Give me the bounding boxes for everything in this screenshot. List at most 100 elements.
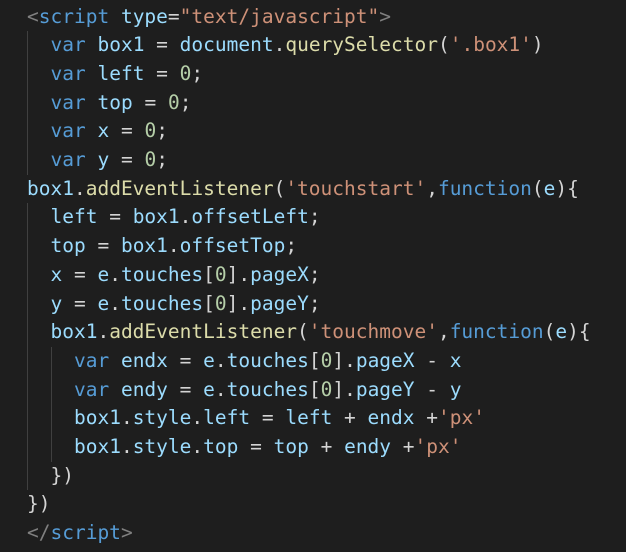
code-token: . [214,348,227,372]
code-line: var endx = e.touches[0].pageX - x [27,347,462,376]
code-token: . [167,234,180,258]
code-token: top [273,435,309,458]
code-token: left [285,406,333,430]
code-token: ]. [226,262,251,286]
code-token: ) [531,33,544,57]
code-token: 0 [320,348,333,372]
code-token: + [414,406,438,430]
code-token: ; [191,61,204,85]
code-token: box1 [73,435,121,458]
code-token: ; [308,291,321,315]
code-token: + [308,435,345,458]
code-token: 0 [144,119,157,143]
code-line: left = box1.offsetLeft; [27,203,320,232]
code-line: }) [27,462,74,491]
code-token: x [97,119,110,143]
code-token: e [97,262,110,286]
code-token: ; [285,234,298,258]
code-line: y = e.touches[0].pageY; [27,290,321,319]
code-token: style [132,435,192,458]
code-token: . [214,377,227,401]
code-token: e [555,320,568,344]
code-line: }) [27,490,50,519]
code-token: = [144,33,180,57]
code-token: e [543,176,556,200]
code-line: x = e.touches[0].pageX; [27,261,321,290]
code-token: querySelector [285,33,438,57]
code-line: var y = 0; [27,146,167,175]
code-token: = [62,291,98,315]
code-token: top [50,234,86,258]
code-token: touches [226,377,309,401]
code-token: top [203,435,239,458]
code-token: ( [297,320,309,344]
code-token: 0 [167,90,180,114]
code-line: top = box1.offsetTop; [27,232,297,261]
code-token: > [379,4,392,28]
code-line: var box1 = document.querySelector('.box1… [27,31,544,60]
code-token: [ [203,262,215,286]
code-token: function [449,320,544,344]
code-token: = [85,234,121,258]
code-token: y [449,377,462,401]
code-token: pageX [250,262,309,286]
code-token: . [97,320,110,344]
code-token: left [97,61,145,85]
code-token: 'px' [414,435,462,458]
code-token: addEventListener [85,176,274,200]
code-token: = [109,148,145,171]
code-token: var [50,90,86,114]
code-token: x [449,348,462,372]
code-token: pageX [355,348,415,372]
code-token: offsetTop [179,234,286,258]
code-token: ]. [332,377,356,401]
code-token: var [50,148,86,171]
code-token: = [97,205,133,229]
code-token: [ [203,291,215,315]
code-token: ){ [555,176,579,200]
code-token: ; [308,262,321,286]
code-token: 0 [179,61,192,85]
code-token: - [414,377,450,401]
code-token: }) [27,463,74,487]
code-token: box1 [132,205,180,229]
code-token: script [50,521,121,545]
code-editor[interactable]: <script type="text/javascript"> var box1… [0,0,626,552]
code-line: <script type="text/javascript"> [27,3,391,32]
code-token: var [50,61,86,85]
code-token: endy [344,435,392,458]
code-token: + [391,435,415,458]
code-token: "text/javascript" [179,4,380,28]
code-token: var [50,119,86,143]
code-token: e [203,377,215,401]
code-token: , [426,176,438,200]
code-token: touches [226,348,309,372]
code-token: pageY [250,291,309,315]
code-token: = [132,90,168,114]
code-token: touches [120,291,204,315]
code-token: , [437,320,450,344]
code-token: touches [120,262,204,286]
code-token: y [50,291,63,315]
code-token: top [97,90,133,114]
code-token: [ [308,348,321,372]
code-line: </script> [27,519,133,548]
code-token: style [132,406,192,430]
code-token: = [167,348,204,372]
